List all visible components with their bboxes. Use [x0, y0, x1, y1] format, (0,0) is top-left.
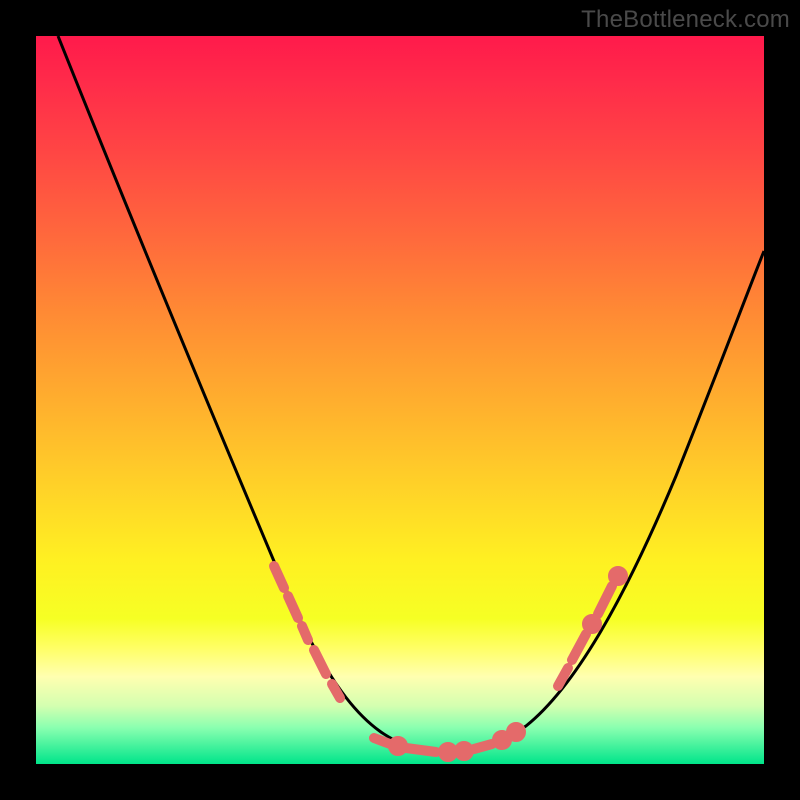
marker-cluster-floor	[374, 727, 521, 757]
marker-cluster-right	[558, 571, 623, 686]
watermark-text: TheBottleneck.com	[581, 6, 790, 34]
marker-cluster-left	[274, 566, 340, 698]
curve-layer	[36, 36, 764, 764]
plot-area	[36, 36, 764, 764]
chart-frame: TheBottleneck.com	[0, 0, 800, 800]
bottleneck-curve	[58, 36, 764, 752]
